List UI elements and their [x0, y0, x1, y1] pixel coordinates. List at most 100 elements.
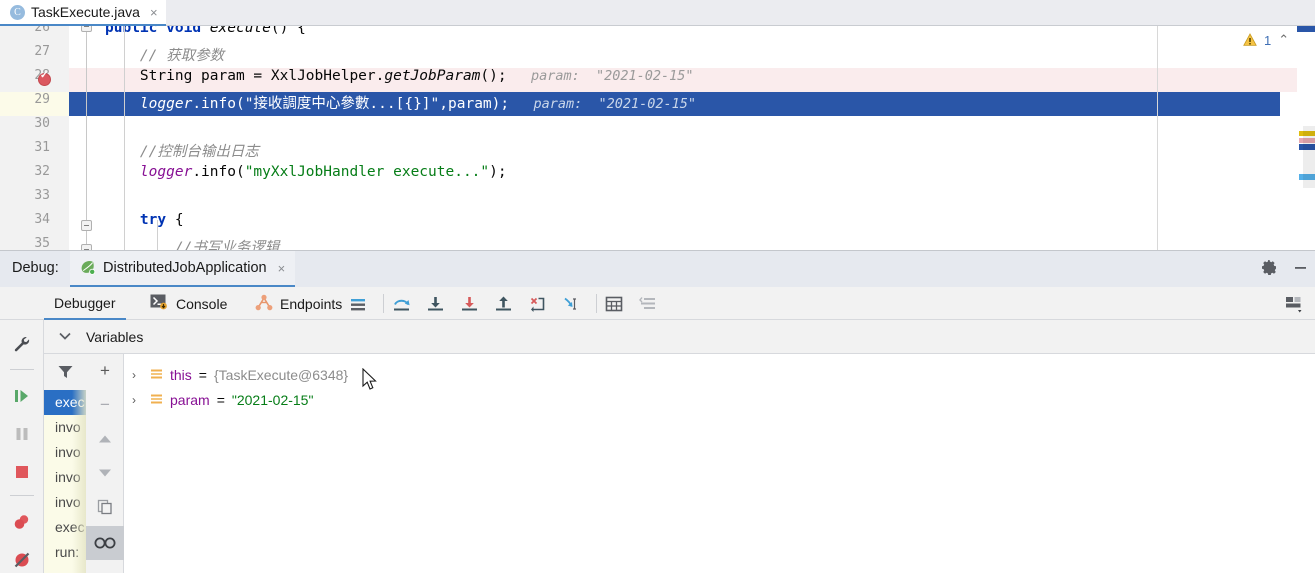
line-number: 30 — [34, 116, 50, 131]
code-line[interactable]: try { — [105, 212, 184, 236]
tab-endpoints[interactable]: Endpoints — [244, 287, 352, 320]
breakpoint-icon[interactable] — [38, 70, 51, 86]
variable-equals: = — [198, 366, 207, 383]
view-breakpoints-icon[interactable] — [0, 503, 44, 541]
line-number: 32 — [34, 164, 50, 179]
glasses-icon[interactable] — [86, 526, 124, 560]
spring-boot-icon — [80, 260, 96, 276]
filter-funnel-icon[interactable] — [44, 354, 86, 390]
editor-right-divider — [1157, 26, 1158, 250]
line-number: 35 — [34, 236, 50, 250]
code-line[interactable]: //控制台输出日志 — [105, 140, 259, 164]
line-number: 33 — [34, 188, 50, 203]
line-highlight-error-right — [1158, 68, 1315, 92]
code-token: String — [139, 68, 193, 84]
layout-settings-icon[interactable] — [1279, 287, 1309, 320]
chevron-right-icon[interactable]: › — [132, 368, 143, 382]
code-token: void — [166, 26, 202, 36]
variable-name: this — [170, 366, 192, 383]
step-out-icon[interactable] — [490, 287, 518, 320]
evaluate-expression-icon[interactable] — [600, 287, 628, 320]
drop-frame-icon[interactable] — [524, 287, 552, 320]
minimize-icon[interactable] — [1292, 259, 1309, 281]
force-step-into-icon[interactable] — [456, 287, 484, 320]
show-execution-point-icon[interactable] — [344, 287, 372, 320]
variable-equals: = — [216, 391, 225, 408]
chevron-right-icon[interactable]: › — [132, 393, 143, 407]
watches-toolbar: + − — [86, 354, 124, 573]
gear-icon[interactable] — [1261, 259, 1278, 281]
add-watch-button[interactable]: + — [86, 354, 124, 388]
line-number: 27 — [34, 44, 50, 59]
tab-console[interactable]: Console — [140, 287, 237, 320]
code-token: param = XxlJobHelper. — [192, 68, 385, 84]
chevron-down-icon[interactable] — [44, 329, 86, 344]
variable-value: "2021-02-15" — [231, 391, 314, 408]
code-token: ); — [489, 164, 507, 180]
move-up-button[interactable] — [86, 422, 124, 456]
tab-debugger[interactable]: Debugger — [44, 287, 126, 320]
variables-tree[interactable]: › this = {TaskExecute@6348} › param = "2021… — [124, 354, 1315, 573]
debug-header-actions — [1261, 251, 1309, 288]
code-token: { — [166, 212, 184, 228]
debug-session-name: DistributedJobApplication — [103, 260, 267, 276]
endpoints-icon — [254, 294, 274, 314]
fold-marker-method[interactable] — [81, 26, 92, 32]
code-token: //控制台输出日志 — [105, 144, 259, 160]
step-over-icon[interactable] — [388, 287, 416, 320]
remove-watch-button[interactable]: − — [86, 388, 124, 422]
java-class-icon: C — [10, 4, 25, 20]
debug-side-toolbar: » — [0, 287, 44, 573]
code-line[interactable]: logger.info("myXxlJobHandler execute..."… — [105, 164, 507, 188]
field-value-icon — [150, 368, 163, 381]
resume-program-icon[interactable] — [0, 377, 44, 415]
field-value-icon — [150, 393, 163, 406]
editor-tab-bar: C TaskExecute.java × — [0, 0, 1315, 26]
code-token: .info( — [192, 96, 245, 112]
step-into-icon[interactable] — [422, 287, 450, 320]
toolbar-separator-1 — [383, 294, 384, 313]
run-to-cursor-icon[interactable] — [558, 287, 586, 320]
editor-tab-taskexecute[interactable]: C TaskExecute.java × — [0, 0, 166, 26]
editor-gutter-folding[interactable] — [69, 26, 105, 250]
code-line[interactable]: logger.info("接收調度中心參數...[{}]",param); pa… — [105, 92, 696, 116]
console-icon — [150, 294, 170, 314]
fold-marker-try[interactable] — [81, 220, 92, 231]
inlay-parameter-hint: param: "2021-02-15" — [509, 96, 697, 112]
pause-program-icon[interactable] — [0, 415, 44, 453]
debug-tool-window-header: Debug: DistributedJobApplication × — [0, 250, 1315, 288]
variable-value: {TaskExecute@6348} — [213, 366, 349, 383]
code-line[interactable]: //书写业务逻辑 — [105, 236, 279, 250]
variable-row[interactable]: › this = {TaskExecute@6348} — [124, 362, 348, 387]
tab-console-label: Console — [176, 295, 228, 312]
stop-icon[interactable] — [0, 453, 44, 491]
code-editor[interactable]: 26public void execute() {27 // 获取参数28 St… — [0, 26, 1315, 250]
move-down-button[interactable] — [86, 456, 124, 490]
toolbar-divider-1 — [10, 369, 34, 370]
code-line[interactable]: public void execute() { — [105, 26, 306, 44]
code-line[interactable]: String param = XxlJobHelper.getJobParam(… — [105, 68, 694, 92]
scrollbar-thumb[interactable] — [1303, 126, 1315, 188]
close-icon[interactable]: × — [278, 261, 286, 276]
code-token: "接收調度中心參數...[{}]" — [244, 96, 440, 112]
warning-triangle-icon — [1243, 33, 1257, 46]
debug-session-tab[interactable]: DistributedJobApplication × — [70, 251, 296, 288]
close-icon[interactable]: × — [150, 6, 158, 19]
copy-icon[interactable] — [86, 490, 124, 524]
inlay-parameter-hint: param: "2021-02-15" — [506, 68, 694, 84]
variable-row[interactable]: › param = "2021-02-15" — [124, 387, 313, 412]
toolbar-separator-2 — [596, 294, 597, 313]
mute-breakpoints-icon[interactable] — [0, 541, 44, 573]
indent-guide-1 — [124, 26, 125, 250]
editor-marker-track[interactable] — [1297, 26, 1315, 250]
edit-configurations-wrench-icon[interactable] — [0, 325, 44, 363]
variables-header: Variables — [44, 320, 1315, 354]
prev-problem-icon[interactable]: ⌃ — [1278, 32, 1289, 48]
indent-guide-2 — [157, 220, 158, 250]
code-line[interactable]: // 获取参数 — [105, 44, 224, 68]
line-number: 34 — [34, 212, 50, 227]
trace-current-stream-icon[interactable] — [634, 287, 662, 320]
